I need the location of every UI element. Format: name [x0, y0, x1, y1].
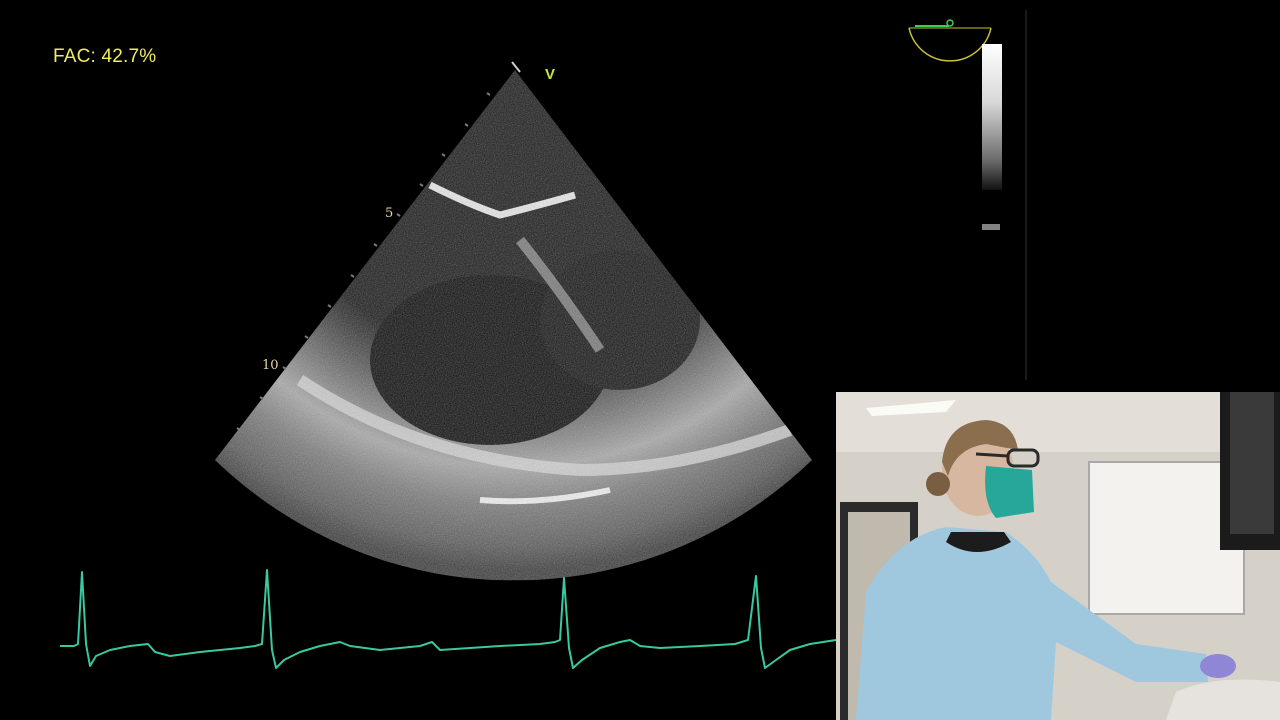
echo-viewer: FAC: 42.7% V 5 10: [0, 0, 1280, 720]
operator-video-inset: [836, 392, 1280, 720]
operator-video-frame: [836, 392, 1280, 720]
